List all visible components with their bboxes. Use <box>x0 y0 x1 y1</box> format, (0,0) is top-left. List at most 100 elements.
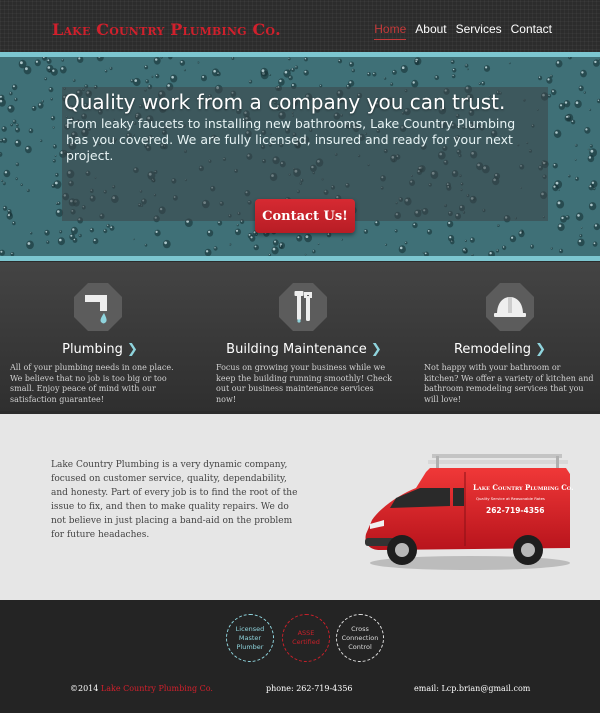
raindrop <box>351 68 355 73</box>
raindrop <box>15 127 21 133</box>
service-description: Not happy with your bathroom or kitchen?… <box>424 363 594 404</box>
raindrop <box>400 65 408 73</box>
raindrop-highlight <box>131 79 133 81</box>
raindrop-highlight <box>384 77 386 79</box>
raindrop <box>495 248 500 253</box>
raindrop <box>412 222 418 229</box>
raindrop-highlight <box>59 230 61 232</box>
raindrop <box>133 238 135 241</box>
raindrop-highlight <box>16 163 18 165</box>
nav-about[interactable]: About <box>415 22 446 40</box>
service-title[interactable]: Remodeling ❯ <box>400 342 600 357</box>
raindrop-highlight <box>312 250 314 252</box>
raindrop-highlight <box>584 91 585 93</box>
raindrop <box>404 241 408 245</box>
raindrop <box>155 73 160 79</box>
raindrop <box>552 184 559 192</box>
raindrop-highlight <box>208 230 211 233</box>
raindrop-highlight <box>107 224 109 226</box>
raindrop <box>15 162 20 167</box>
raindrop-highlight <box>349 62 352 65</box>
raindrop <box>518 230 525 238</box>
nav-home[interactable]: Home <box>374 22 407 40</box>
service-title[interactable]: Building Maintenance ❯ <box>204 342 404 357</box>
raindrop-highlight <box>29 129 32 131</box>
raindrop-highlight <box>79 234 81 236</box>
raindrop <box>12 119 17 124</box>
raindrop <box>44 77 48 81</box>
raindrop-highlight <box>93 239 96 242</box>
raindrop <box>363 229 369 234</box>
raindrop-highlight <box>205 250 209 253</box>
raindrop-highlight <box>55 173 57 175</box>
raindrop-highlight <box>496 249 498 251</box>
raindrop-highlight <box>49 88 52 90</box>
badge-line: Certified <box>292 638 320 646</box>
raindrop <box>46 240 50 244</box>
raindrop <box>574 99 582 109</box>
raindrop <box>291 67 295 72</box>
raindrop-highlight <box>11 252 13 255</box>
raindrop-highlight <box>579 234 581 236</box>
raindrop-highlight <box>556 61 560 64</box>
raindrop <box>154 229 161 237</box>
hard-hat-icon <box>486 283 534 331</box>
raindrop-highlight <box>485 66 488 69</box>
raindrop <box>508 62 511 65</box>
raindrop-highlight <box>12 222 14 224</box>
nav-services[interactable]: Services <box>456 22 502 40</box>
raindrop <box>555 59 563 68</box>
raindrop <box>563 100 571 108</box>
site-logo[interactable]: Lake Country Plumbing Co. <box>52 20 281 39</box>
raindrop <box>560 215 567 223</box>
cross-connection-control-badge: Cross Connection Control <box>336 614 384 662</box>
raindrop-highlight <box>4 171 8 174</box>
raindrop <box>483 65 491 72</box>
raindrop <box>20 183 23 187</box>
footer-email[interactable]: email: Lcp.brian@gmail.com <box>414 684 530 693</box>
raindrop <box>50 68 58 76</box>
raindrop-highlight <box>73 238 76 241</box>
raindrop-highlight <box>319 84 321 86</box>
service-title-text: Building Maintenance <box>226 342 367 357</box>
raindrop <box>574 158 577 161</box>
raindrop-highlight <box>53 159 55 161</box>
raindrop <box>452 68 457 73</box>
raindrop-highlight <box>598 59 600 60</box>
raindrop-highlight <box>155 230 158 233</box>
raindrop-highlight <box>3 138 5 141</box>
raindrop-highlight <box>578 239 582 243</box>
raindrop <box>1 126 7 132</box>
contact-us-button[interactable]: Contact Us! <box>255 199 355 233</box>
raindrop-highlight <box>269 74 271 75</box>
raindrop-highlight <box>422 252 424 253</box>
raindrop <box>469 237 475 243</box>
raindrop <box>248 79 253 84</box>
raindrop-highlight <box>352 69 354 71</box>
raindrop <box>547 93 552 98</box>
raindrop <box>577 238 585 247</box>
raindrop <box>153 57 161 65</box>
raindrop <box>92 238 99 245</box>
raindrop <box>1 179 4 183</box>
service-title[interactable]: Plumbing ❯ <box>0 342 200 357</box>
raindrop <box>72 237 78 243</box>
copyright-brand[interactable]: Lake Country Plumbing Co. <box>101 684 213 693</box>
raindrop-highlight <box>1 180 3 181</box>
raindrop-highlight <box>180 60 183 63</box>
raindrop-highlight <box>553 163 556 166</box>
van-brand: Lake Country Plumbing Co. <box>473 483 574 492</box>
raindrop-highlight <box>279 79 282 83</box>
raindrop-highlight <box>217 72 219 74</box>
raindrop <box>530 244 535 249</box>
services-section: Plumbing ❯ All of your plumbing needs in… <box>0 262 600 411</box>
raindrop-highlight <box>564 101 568 104</box>
raindrop <box>201 74 207 82</box>
nav-contact[interactable]: Contact <box>511 22 552 40</box>
raindrop <box>213 246 218 251</box>
raindrop-highlight <box>11 124 12 125</box>
raindrop-highlight <box>7 214 10 217</box>
raindrop-highlight <box>581 227 582 228</box>
raindrop <box>55 172 59 177</box>
hero-divider <box>0 256 600 261</box>
